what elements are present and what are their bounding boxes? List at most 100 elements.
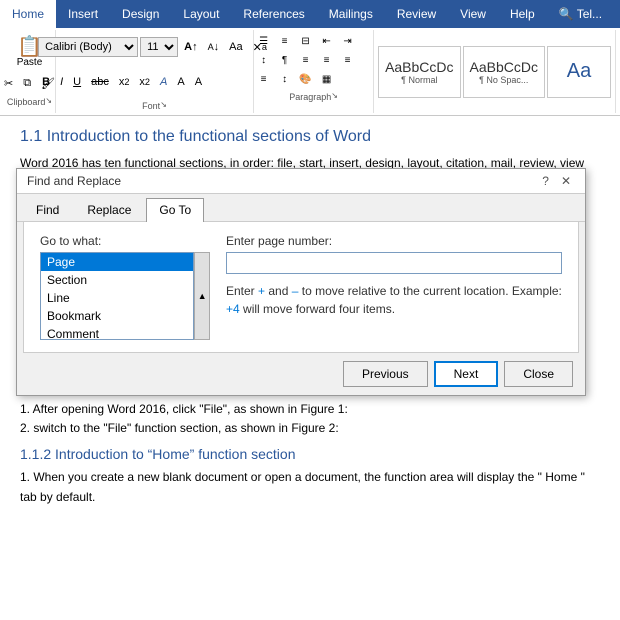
show-marks-button[interactable]: ¶ — [275, 51, 295, 69]
font-group-label: Font — [142, 101, 160, 111]
underline-button[interactable]: U — [69, 72, 85, 92]
decrease-indent-button[interactable]: ⇤ — [317, 32, 337, 50]
font-row2: B I U abc x2 x2 A A A — [38, 72, 206, 92]
page-content: 1.1 Introduction to the functional secti… — [0, 116, 620, 515]
dialog-tab-replace[interactable]: Replace — [74, 198, 144, 221]
numbered-list-button[interactable]: ≡ — [275, 32, 295, 50]
bullet-list-button[interactable]: ☰ — [254, 32, 274, 50]
bold-button[interactable]: B — [38, 72, 54, 92]
tab-references[interactable]: References — [231, 0, 316, 28]
page-number-label: Enter page number: — [226, 234, 562, 248]
hint-plus: + — [258, 284, 265, 298]
list-item-2: 2. switch to the "File" function section… — [20, 419, 600, 438]
list-item-3: 1. When you create a new blank document … — [20, 468, 600, 506]
text-highlight-button[interactable]: A — [173, 72, 188, 92]
align-right-button[interactable]: ≡ — [338, 51, 358, 69]
close-dialog-button[interactable]: Close — [504, 361, 573, 387]
dialog-title: Find and Replace — [27, 174, 121, 188]
tab-tell[interactable]: 🔍 Tel... — [547, 0, 614, 28]
tab-mailings[interactable]: Mailings — [317, 0, 385, 28]
dialog-controls: ? ✕ — [538, 174, 575, 188]
heading-2: 1.1.2 Introduction to “Home” function se… — [20, 446, 600, 462]
dialog-tabs: Find Replace Go To — [17, 194, 585, 222]
hint-minus: – — [292, 284, 299, 298]
heading-1: 1.1 Introduction to the functional secti… — [20, 128, 600, 146]
goto-item-page[interactable]: Page — [41, 253, 193, 271]
previous-button[interactable]: Previous — [343, 361, 428, 387]
font-group: Calibri (Body) 11 A↑ A↓ Aa ✕a B I U abc … — [56, 30, 254, 113]
subscript-button[interactable]: x2 — [115, 72, 134, 92]
style-no-spacing-preview: AaBbCcDc — [470, 59, 538, 75]
tab-insert[interactable]: Insert — [56, 0, 110, 28]
listbox-wrapper: Page Section Line Bookmark Comment Footn… — [40, 252, 210, 340]
clipboard-group-label: Clipboard — [7, 97, 46, 107]
goto-item-bookmark[interactable]: Bookmark — [41, 307, 193, 325]
dialog-hint: Enter + and – to move relative to the cu… — [226, 282, 562, 318]
find-replace-dialog[interactable]: Find and Replace ? ✕ Find Replace Go To … — [16, 168, 586, 396]
font-name-select[interactable]: Calibri (Body) — [38, 37, 138, 57]
align-left-button[interactable]: ≡ — [296, 51, 316, 69]
style-no-spacing[interactable]: AaBbCcDc ¶ No Spac... — [463, 46, 545, 98]
goto-item-section[interactable]: Section — [41, 271, 193, 289]
dialog-titlebar: Find and Replace ? ✕ — [17, 169, 585, 194]
font-arrow-icon[interactable]: ↘ — [160, 100, 167, 109]
dialog-help-button[interactable]: ? — [538, 174, 553, 188]
hint-example: +4 — [226, 302, 240, 316]
text-effects-button[interactable]: A — [156, 72, 171, 92]
below-dialog-content: 1. After opening Word 2016, click "File"… — [20, 400, 600, 507]
change-case-button[interactable]: Aa — [225, 37, 246, 57]
dialog-close-button[interactable]: ✕ — [557, 174, 575, 188]
dialog-tab-find[interactable]: Find — [23, 198, 72, 221]
cut-button[interactable]: ✂ — [0, 73, 17, 93]
goto-item-comment[interactable]: Comment — [41, 325, 193, 340]
paragraph-group-label: Paragraph — [289, 92, 331, 102]
tab-help[interactable]: Help — [498, 0, 547, 28]
grow-font-button[interactable]: A↑ — [180, 37, 201, 57]
superscript-button[interactable]: x2 — [135, 72, 154, 92]
tab-layout[interactable]: Layout — [171, 0, 231, 28]
tab-view[interactable]: View — [448, 0, 498, 28]
sort-button[interactable]: ↕ — [254, 51, 274, 69]
goto-what-label: Go to what: — [40, 234, 210, 248]
paragraph-group: ☰ ≡ ⊟ ⇤ ⇥ ↕ ¶ ≡ ≡ ≡ ≡ ↕ 🎨 ▦ Paragraph ↘ — [254, 30, 374, 113]
copy-button[interactable]: ⧉ — [19, 73, 35, 93]
style-no-spacing-label: ¶ No Spac... — [479, 75, 528, 85]
page-number-input[interactable] — [226, 252, 562, 274]
tab-review[interactable]: Review — [385, 0, 448, 28]
font-color-button[interactable]: A — [191, 72, 206, 92]
goto-item-line[interactable]: Line — [41, 289, 193, 307]
multilevel-list-button[interactable]: ⊟ — [296, 32, 316, 50]
dialog-left: Go to what: Page Section Line Bookmark C… — [40, 234, 210, 340]
increase-indent-button[interactable]: ⇥ — [338, 32, 358, 50]
page-area: 1.1 Introduction to the functional secti… — [0, 116, 620, 515]
style-normal-preview: AaBbCcDc — [385, 59, 453, 75]
shrink-font-button[interactable]: A↓ — [204, 37, 224, 57]
tab-home[interactable]: Home — [0, 0, 56, 28]
dialog-body: Go to what: Page Section Line Bookmark C… — [23, 222, 579, 353]
goto-listbox[interactable]: Page Section Line Bookmark Comment Footn… — [40, 252, 194, 340]
next-button[interactable]: Next — [434, 361, 499, 387]
dialog-footer: Previous Next Close — [17, 353, 585, 395]
borders-button[interactable]: ▦ — [317, 70, 337, 88]
ribbon-content: 📋 Paste ✂ ⧉ 🖌 Clipboard ↘ Calibri (Body)… — [0, 28, 620, 116]
list-item-1: 1. After opening Word 2016, click "File"… — [20, 400, 600, 419]
strikethrough-button[interactable]: abc — [87, 72, 113, 92]
styles-group: AaBbCcDc ¶ Normal AaBbCcDc ¶ No Spac... … — [374, 30, 616, 113]
paragraph-arrow-icon[interactable]: ↘ — [331, 91, 338, 100]
style-heading1[interactable]: Aa — [547, 46, 611, 98]
line-spacing-button[interactable]: ↕ — [275, 70, 295, 88]
dialog-tab-goto[interactable]: Go To — [146, 198, 204, 222]
ribbon-tabs: Home Insert Design Layout References Mai… — [0, 0, 620, 28]
italic-button[interactable]: I — [56, 72, 67, 92]
font-controls: Calibri (Body) 11 A↑ A↓ Aa ✕a B I U abc … — [38, 32, 271, 97]
tab-design[interactable]: Design — [110, 0, 171, 28]
para-icons: ☰ ≡ ⊟ ⇤ ⇥ ↕ ¶ ≡ ≡ ≡ ≡ ↕ 🎨 ▦ — [254, 32, 374, 88]
justify-button[interactable]: ≡ — [254, 70, 274, 88]
style-normal[interactable]: AaBbCcDc ¶ Normal — [378, 46, 460, 98]
font-size-select[interactable]: 11 — [140, 37, 178, 57]
align-center-button[interactable]: ≡ — [317, 51, 337, 69]
shading-button[interactable]: 🎨 — [296, 70, 316, 88]
font-row1: Calibri (Body) 11 A↑ A↓ Aa ✕a — [38, 37, 271, 57]
style-heading1-preview: Aa — [567, 60, 591, 83]
listbox-scroll-up[interactable]: ▲ — [194, 252, 210, 340]
